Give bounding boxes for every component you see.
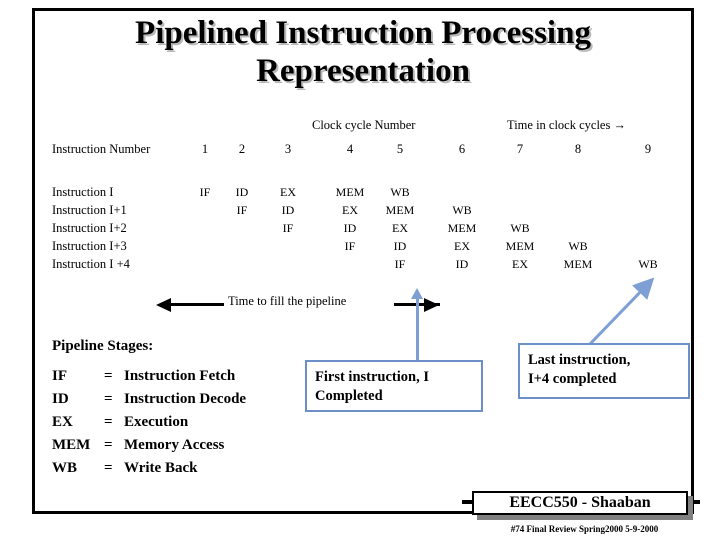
- legend-name: Memory Access: [124, 437, 225, 453]
- legend-row-mem: MEM = Memory Access: [52, 434, 312, 457]
- banner-subline: #74 Final Review Spring2000 5-9-2000: [510, 524, 659, 534]
- legend-equals: =: [104, 460, 113, 476]
- stage-cell-if: IF: [199, 185, 211, 199]
- legend-name: Instruction Fetch: [124, 368, 236, 384]
- stage-cell-id: ID: [235, 185, 249, 199]
- legend-name: Instruction Decode: [124, 391, 247, 407]
- legend-abbr: EX: [52, 414, 73, 430]
- left-arrowhead-icon: [156, 298, 171, 312]
- legend-abbr: ID: [52, 391, 69, 407]
- stage-cell-id: ID: [393, 239, 407, 253]
- clock-cycle-number-header: Clock cycle Number: [312, 118, 416, 132]
- instruction-row-label: Instruction I: [52, 185, 114, 199]
- legend-name: Write Back: [124, 460, 198, 476]
- stage-cell-if: IF: [344, 239, 356, 253]
- legend-abbr: IF: [52, 368, 67, 384]
- stage-cell-wb: WB: [638, 257, 658, 271]
- time-to-fill-pipeline-annotation: Time to fill the pipeline: [150, 294, 440, 316]
- legend-equals: =: [104, 368, 113, 384]
- legend-equals: =: [104, 437, 113, 453]
- instruction-number-header: Instruction Number: [52, 142, 151, 156]
- slide: Pipelined Instruction Processing Represe…: [0, 0, 720, 540]
- callout-last-line-2: I+4 completed: [528, 371, 617, 387]
- cycle-number-6: 6: [458, 142, 466, 156]
- legend-abbr: MEM: [52, 437, 91, 453]
- cycle-number-3: 3: [284, 142, 292, 156]
- instruction-row-label: Instruction I+2: [52, 221, 127, 235]
- callout-last-line-1: Last instruction,: [528, 352, 631, 368]
- right-arrowhead-icon: [424, 298, 439, 312]
- stage-cell-id: ID: [455, 257, 469, 271]
- legend-row-ex: EX = Execution: [52, 411, 312, 434]
- stage-cell-ex: EX: [454, 239, 470, 253]
- instruction-row-label: Instruction I+1: [52, 203, 127, 217]
- stage-cell-mem: MEM: [563, 257, 593, 271]
- pipeline-table: Clock cycle Number Time in clock cycles …: [52, 118, 684, 288]
- legend-row-id: ID = Instruction Decode: [52, 388, 312, 411]
- page-title: Pipelined Instruction Processing Represe…: [40, 14, 686, 90]
- callout-first-line-2: Completed: [315, 388, 383, 404]
- title-line-1: Pipelined Instruction Processing: [135, 15, 591, 51]
- stage-cell-ex: EX: [512, 257, 528, 271]
- legend-abbr: WB: [52, 460, 78, 476]
- stage-cell-wb: WB: [452, 203, 472, 217]
- stage-cell-mem: MEM: [505, 239, 535, 253]
- legend-items: IF = Instruction Fetch ID = Instruction Decod…: [52, 365, 312, 480]
- stage-cell-if: IF: [236, 203, 248, 217]
- cycle-number-9: 9: [644, 142, 652, 156]
- stage-cell-id: ID: [343, 221, 357, 235]
- legend-row-wb: WB = Write Back: [52, 457, 312, 480]
- cycle-number-8: 8: [574, 142, 582, 156]
- last-instruction-connector-arrow-icon: [588, 277, 655, 346]
- legend-row-if: IF = Instruction Fetch: [52, 365, 312, 388]
- legend-equals: =: [104, 391, 113, 407]
- title-line-2: Representation: [256, 53, 470, 89]
- stage-cell-mem: MEM: [385, 203, 415, 217]
- course-banner: EECC550 - Shaaban: [472, 491, 688, 515]
- time-in-clock-cycles-header: Time in clock cycles →: [507, 118, 626, 132]
- stage-cell-wb: WB: [568, 239, 588, 253]
- callout-first-line-1: First instruction, I: [315, 369, 429, 385]
- legend-equals: =: [104, 414, 113, 430]
- stage-cell-if: IF: [394, 257, 406, 271]
- fill-arrow-label: Time to fill the pipeline: [228, 294, 347, 308]
- stage-cell-id: ID: [281, 203, 295, 217]
- cycle-number-7: 7: [516, 142, 524, 156]
- stage-cell-mem: MEM: [335, 185, 365, 199]
- fill-arrow-line-left: [170, 303, 224, 306]
- instruction-row-label: Instruction I+3: [52, 239, 127, 253]
- instruction-row-label: Instruction I +4: [52, 257, 130, 271]
- legend-name: Execution: [124, 414, 189, 430]
- stage-cell-ex: EX: [392, 221, 408, 235]
- cycle-number-2: 2: [238, 142, 246, 156]
- callout-last-instruction: Last instruction, I+4 completed: [518, 343, 690, 399]
- cycle-number-1: 1: [201, 142, 209, 156]
- cycle-number-5: 5: [396, 142, 404, 156]
- stage-cell-if: IF: [282, 221, 294, 235]
- stage-cell-wb: WB: [510, 221, 530, 235]
- stage-cell-ex: EX: [280, 185, 296, 199]
- callout-first-instruction: First instruction, I Completed: [305, 360, 483, 412]
- pipeline-stages-legend: Pipeline Stages: IF = Instruction Fetch ID =…: [52, 338, 312, 480]
- stage-cell-mem: MEM: [447, 221, 477, 235]
- first-instruction-connector-line: [416, 296, 419, 360]
- stage-cell-ex: EX: [342, 203, 358, 217]
- legend-title: Pipeline Stages:: [52, 338, 154, 354]
- stage-cell-wb: WB: [390, 185, 410, 199]
- cycle-number-4: 4: [346, 142, 354, 156]
